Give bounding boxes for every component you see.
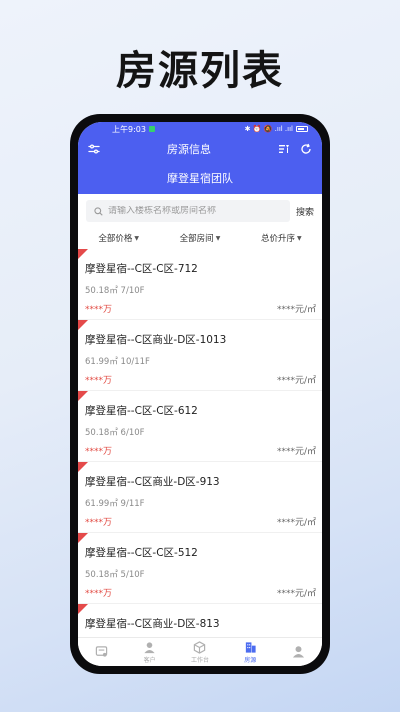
- caret-down-icon: ▼: [297, 234, 302, 242]
- listing-meta: 61.99㎡ 10/11F: [85, 355, 316, 367]
- team-name: 摩登星宿团队: [167, 172, 233, 185]
- search-icon: [94, 206, 103, 216]
- page-title: 房源信息: [167, 143, 211, 156]
- caret-down-icon: ▼: [215, 234, 221, 242]
- listing-title: 摩登星宿--C区商业-D区-913: [85, 476, 220, 488]
- filter-settings-icon[interactable]: [88, 143, 100, 155]
- search-field[interactable]: [86, 200, 290, 222]
- listing-price: ****万: [85, 376, 113, 386]
- listing-unit-price: ****元/㎡: [276, 447, 316, 457]
- listing-unit-price: ****元/㎡: [276, 305, 316, 315]
- tab-label: 房源: [244, 656, 257, 664]
- filter-label: 总价升序: [261, 234, 296, 244]
- corner-tag-icon: [78, 320, 88, 330]
- listing-prices: ****万 ****元/㎡: [85, 302, 316, 315]
- tab-label: 工作台: [190, 656, 209, 664]
- listing-floor: 10/11F: [120, 357, 150, 367]
- listing-card[interactable]: 摩登星宿--C区-C区-512 50.18㎡ 5/10F ****万 ****元…: [78, 533, 322, 604]
- corner-tag-icon: [78, 462, 88, 472]
- listing-title: 摩登星宿--C区-C区-612: [85, 405, 198, 417]
- tab-profile[interactable]: [292, 645, 305, 659]
- cube-icon: [193, 640, 206, 654]
- listing-title: 摩登星宿--C区-C区-712: [85, 263, 198, 275]
- status-time: 上午9:03: [112, 124, 146, 134]
- tab-dashboard[interactable]: [95, 645, 108, 659]
- listing-prices: ****万 ****元/㎡: [85, 444, 316, 457]
- listing-area: 50.18㎡: [85, 286, 118, 296]
- tab-customers[interactable]: 客户: [143, 641, 156, 664]
- listing-floor: 9/11F: [120, 499, 145, 509]
- listing-area: 61.99㎡: [85, 499, 118, 509]
- listing-meta: 50.18㎡ 7/10F: [85, 284, 316, 296]
- listing-price: ****万: [85, 305, 113, 315]
- nav-bar: 房源信息: [78, 136, 322, 162]
- person-icon: [143, 641, 156, 654]
- corner-tag-icon: [78, 249, 88, 259]
- listing-price: ****万: [85, 589, 113, 599]
- listing-area: 61.99㎡: [85, 357, 118, 367]
- tab-label: 客户: [143, 656, 156, 664]
- hero-title: 房源列表: [116, 48, 284, 94]
- listing-price: ****万: [85, 518, 113, 528]
- listing-prices: ****万 ****元/㎡: [85, 515, 316, 528]
- listing-area: 50.18㎡: [85, 428, 118, 438]
- filter-label: 全部房间: [179, 234, 214, 244]
- listing-meta: 61.99㎡ 9/11F: [85, 497, 316, 509]
- bottom-tab-bar: 客户 工作台 房源: [78, 637, 322, 666]
- corner-tag-icon: [78, 533, 88, 543]
- corner-tag-icon: [78, 604, 88, 614]
- listing-card[interactable]: 摩登星宿--C区-C区-612 50.18㎡ 6/10F ****万 ****元…: [78, 391, 322, 462]
- listing-price: ****万: [85, 447, 113, 457]
- header: 上午9:03 ✱ ⏰ 🔕 .ııl .ııl 房源信息 摩登星宿团队: [78, 122, 322, 194]
- sort-filter-icon[interactable]: [278, 143, 290, 155]
- listing-title: 摩登星宿--C区商业-D区-1013: [85, 334, 227, 346]
- price-filter-dropdown[interactable]: 全部价格 ▼: [98, 232, 139, 244]
- listing-title: 摩登星宿--C区商业-D区-813: [85, 618, 220, 630]
- filter-bar: 全部价格 ▼ 全部房间 ▼ 总价升序 ▼: [78, 228, 322, 248]
- listing-meta: 50.18㎡ 5/10F: [85, 568, 316, 580]
- battery-icon: [296, 126, 308, 132]
- listing-area: 50.18㎡: [85, 570, 118, 580]
- listing-unit-price: ****元/㎡: [276, 518, 316, 528]
- status-bar: 上午9:03 ✱ ⏰ 🔕 .ııl .ııl: [78, 122, 322, 136]
- status-icons: ✱ ⏰ 🔕 .ııl .ııl: [244, 125, 293, 133]
- listing-card[interactable]: 摩登星宿--C区商业-D区-1013 61.99㎡ 10/11F ****万 *…: [78, 320, 322, 391]
- search-button[interactable]: 搜索: [296, 205, 314, 218]
- corner-tag-icon: [78, 391, 88, 401]
- listing-card[interactable]: 摩登星宿--C区-C区-712 50.18㎡ 7/10F ****万 ****元…: [78, 249, 322, 320]
- search-input[interactable]: [108, 206, 282, 216]
- refresh-icon[interactable]: [300, 143, 312, 155]
- app-screen: 上午9:03 ✱ ⏰ 🔕 .ııl .ııl 房源信息 摩登星宿团队 请输入楼栋…: [78, 122, 322, 666]
- listing-prices: ****万 ****元/㎡: [85, 586, 316, 599]
- listing-title: 摩登星宿--C区-C区-512: [85, 547, 198, 559]
- tab-workbench[interactable]: 工作台: [190, 640, 209, 664]
- search-bar: 搜索: [78, 194, 322, 228]
- filter-label: 全部价格: [98, 234, 133, 244]
- caret-down-icon: ▼: [134, 234, 139, 242]
- building-icon: [244, 641, 257, 654]
- listing-floor: 5/10F: [120, 570, 145, 580]
- listing-floor: 6/10F: [120, 428, 145, 438]
- listing-unit-price: ****元/㎡: [276, 376, 316, 386]
- profile-icon: [292, 645, 305, 658]
- listing-floor: 7/10F: [120, 286, 145, 296]
- dashboard-icon: [95, 645, 108, 658]
- listing-meta: 50.18㎡ 6/10F: [85, 426, 316, 438]
- tab-listings[interactable]: 房源: [244, 641, 257, 664]
- listing-unit-price: ****元/㎡: [276, 589, 316, 599]
- phone-frame: 上午9:03 ✱ ⏰ 🔕 .ııl .ııl 房源信息 摩登星宿团队 请输入楼栋…: [70, 114, 330, 674]
- listing-card[interactable]: 摩登星宿--C区商业-D区-913 61.99㎡ 9/11F ****万 ***…: [78, 462, 322, 533]
- room-filter-dropdown[interactable]: 全部房间 ▼: [180, 232, 221, 244]
- wechat-notification-icon: [148, 126, 155, 132]
- sort-dropdown[interactable]: 总价升序 ▼: [261, 232, 302, 244]
- listing-list: 摩登星宿--C区-C区-712 50.18㎡ 7/10F ****万 ****元…: [78, 249, 322, 637]
- listing-prices: ****万 ****元/㎡: [85, 373, 316, 386]
- listing-card[interactable]: 摩登星宿--C区商业-D区-813: [78, 604, 322, 637]
